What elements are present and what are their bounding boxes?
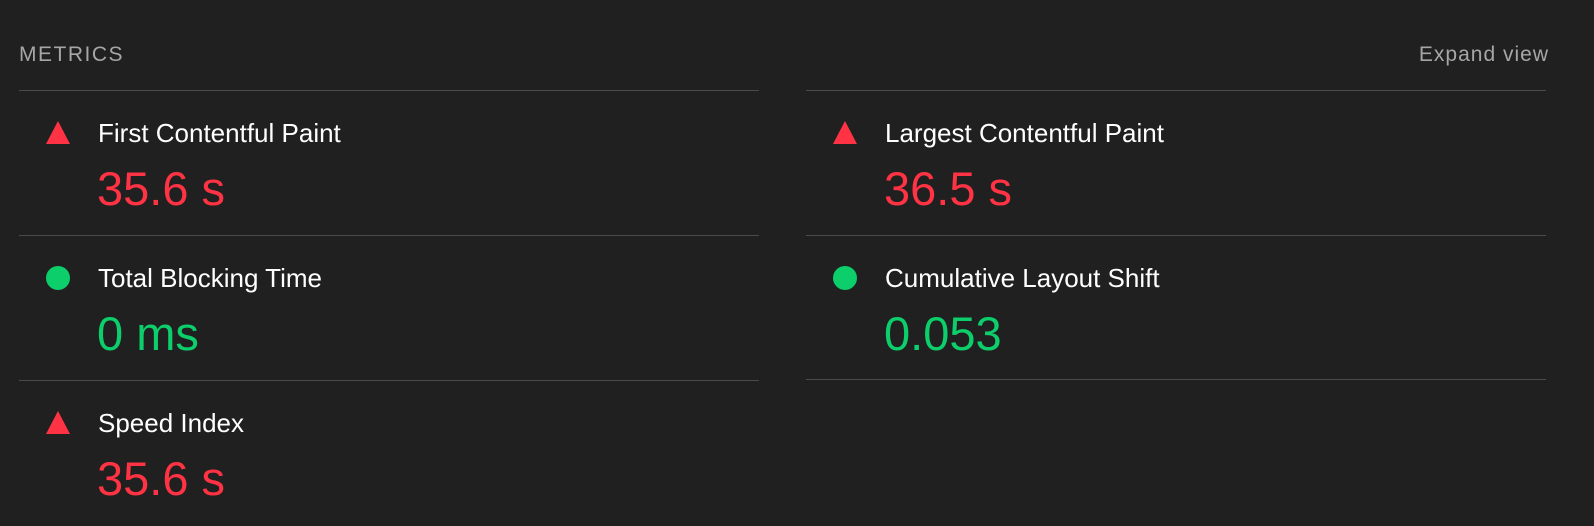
metrics-header: METRICS Expand view bbox=[19, 36, 1549, 76]
section-title: METRICS bbox=[19, 43, 124, 66]
metrics-column-left: First Contentful Paint 35.6 s Total Bloc… bbox=[19, 90, 759, 525]
metric-label: Speed Index bbox=[98, 408, 245, 438]
expand-view-button[interactable]: Expand view bbox=[1419, 43, 1549, 67]
metric-value: 35.6 s bbox=[97, 162, 226, 215]
metric-label: First Contentful Paint bbox=[98, 118, 341, 148]
fail-triangle-icon bbox=[45, 120, 71, 146]
fail-triangle-icon bbox=[45, 410, 71, 436]
metric-first-contentful-paint: First Contentful Paint 35.6 s bbox=[19, 90, 759, 235]
metrics-column-right: Largest Contentful Paint 36.5 s Cumulati… bbox=[806, 90, 1546, 380]
metric-total-blocking-time: Total Blocking Time 0 ms bbox=[19, 235, 759, 380]
metric-label: Total Blocking Time bbox=[98, 263, 322, 293]
metric-label: Largest Contentful Paint bbox=[885, 118, 1164, 148]
metric-value: 0.053 bbox=[884, 307, 1002, 360]
pass-circle-icon bbox=[45, 265, 71, 291]
fail-triangle-icon bbox=[832, 120, 858, 146]
metric-speed-index: Speed Index 35.6 s bbox=[19, 380, 759, 525]
metric-value: 35.6 s bbox=[97, 452, 226, 505]
metric-value: 0 ms bbox=[97, 307, 199, 360]
metric-value: 36.5 s bbox=[884, 162, 1013, 215]
pass-circle-icon bbox=[832, 265, 858, 291]
metric-largest-contentful-paint: Largest Contentful Paint 36.5 s bbox=[806, 90, 1546, 235]
metric-cumulative-layout-shift: Cumulative Layout Shift 0.053 bbox=[806, 235, 1546, 380]
metric-label: Cumulative Layout Shift bbox=[885, 263, 1160, 293]
